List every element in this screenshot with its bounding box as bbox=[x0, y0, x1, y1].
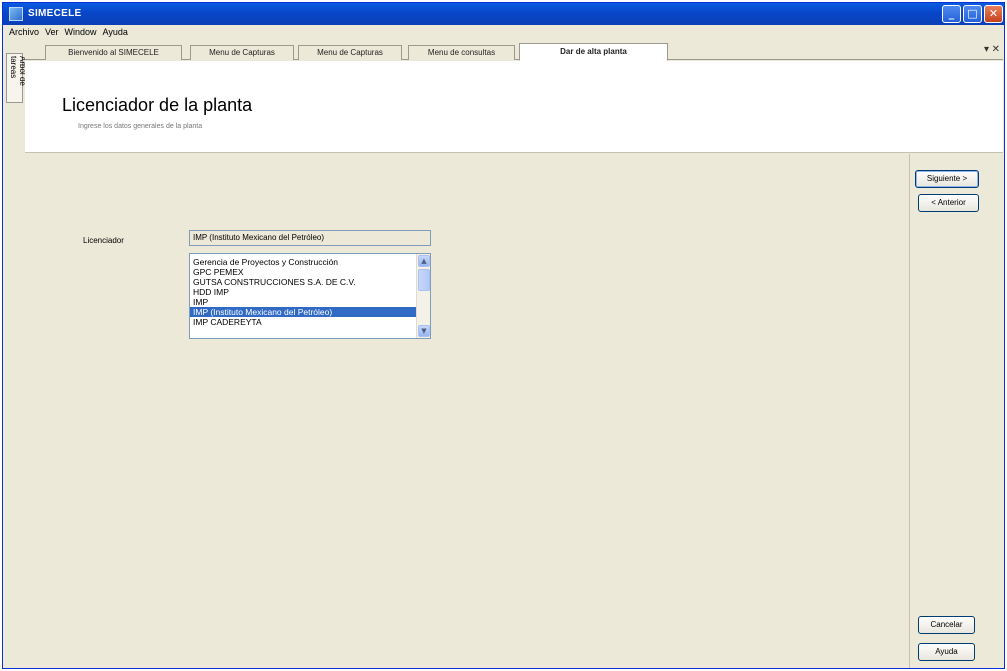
previous-button[interactable]: < Anterior bbox=[918, 194, 979, 212]
licenciador-listbox[interactable]: Gerencia de Proyectos y Construcción GPC … bbox=[189, 253, 431, 339]
tab-dar-de-alta-planta[interactable]: Dar de alta planta bbox=[519, 43, 668, 61]
tab-list-icon[interactable]: ▾ bbox=[984, 44, 989, 55]
list-item[interactable]: Gerencia de Proyectos y Construcción bbox=[190, 257, 416, 267]
tab-menu-capturas-1[interactable]: Menu de Capturas bbox=[190, 45, 294, 60]
maximize-icon: □ bbox=[967, 7, 978, 20]
menu-bar: Archivo Ver Window Ayuda bbox=[3, 25, 1004, 39]
minimize-button[interactable]: _ bbox=[942, 5, 961, 23]
page-subtitle: Ingrese los datos generales de la planta bbox=[78, 123, 203, 130]
title-bar: SIMECELE _ □ ✕ bbox=[3, 3, 1004, 25]
scroll-down-icon[interactable]: ▼ bbox=[418, 325, 430, 337]
window-title: SIMECELE bbox=[28, 8, 82, 19]
close-button[interactable]: ✕ bbox=[984, 5, 1003, 23]
menu-ver[interactable]: Ver bbox=[42, 25, 62, 39]
wizard-content: Licenciador IMP (Instituto Mexicano del … bbox=[38, 154, 908, 668]
task-tree-panel-tab[interactable]: Árbol de tareas bbox=[6, 53, 27, 103]
tab-close-icon[interactable]: ✕ bbox=[992, 44, 1000, 55]
tab-bienvenido[interactable]: Bienvenido al SIMECELE bbox=[45, 45, 182, 60]
tab-menu-capturas-2[interactable]: Menu de Capturas bbox=[298, 45, 402, 60]
list-item[interactable]: IMP bbox=[190, 297, 416, 307]
listbox-scrollbar[interactable]: ▲ ▼ bbox=[416, 254, 430, 338]
page-title: Licenciador de la planta bbox=[62, 95, 253, 115]
list-item[interactable]: GUTSA CONSTRUCCIONES S.A. DE C.V. bbox=[190, 277, 416, 287]
tab-menu-consultas[interactable]: Menu de consultas bbox=[408, 45, 515, 60]
list-item[interactable]: HDD IMP bbox=[190, 287, 416, 297]
menu-ayuda[interactable]: Ayuda bbox=[100, 25, 131, 39]
document-tabs: Bienvenido al SIMECELE Menu de Capturas … bbox=[25, 40, 1003, 61]
scroll-thumb[interactable] bbox=[418, 269, 430, 291]
close-icon: ✕ bbox=[988, 7, 999, 20]
wizard-header: Licenciador de la planta Ingrese los dat… bbox=[25, 61, 1003, 153]
maximize-button[interactable]: □ bbox=[963, 5, 982, 23]
menu-archivo[interactable]: Archivo bbox=[3, 25, 42, 39]
scroll-up-icon[interactable]: ▲ bbox=[418, 255, 430, 267]
app-icon bbox=[9, 7, 23, 21]
licenciador-field[interactable]: IMP (Instituto Mexicano del Petróleo) bbox=[189, 230, 431, 246]
cancel-button[interactable]: Cancelar bbox=[918, 616, 975, 634]
licenciador-label: Licenciador bbox=[83, 236, 124, 245]
wizard-nav-panel: Siguiente > < Anterior Cancelar Ayuda bbox=[909, 154, 1003, 668]
listbox-items: Gerencia de Proyectos y Construcción GPC … bbox=[190, 257, 416, 327]
list-item[interactable]: IMP (Instituto Mexicano del Petróleo) bbox=[190, 307, 416, 317]
app-window: SIMECELE _ □ ✕ Archivo Ver Window Ayuda Árb… bbox=[2, 2, 1005, 669]
minimize-icon: _ bbox=[948, 7, 955, 20]
help-button[interactable]: Ayuda bbox=[918, 643, 975, 661]
next-button[interactable]: Siguiente > bbox=[915, 170, 979, 188]
menu-window[interactable]: Window bbox=[62, 25, 100, 39]
list-item[interactable]: GPC PEMEX bbox=[190, 267, 416, 277]
list-item[interactable]: IMP CADEREYTA bbox=[190, 317, 416, 327]
